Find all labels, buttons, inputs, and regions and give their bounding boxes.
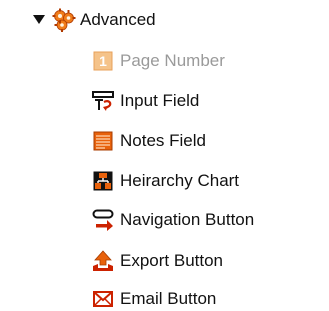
advanced-gears-icon (52, 8, 76, 32)
expand-triangle-icon[interactable] (32, 13, 46, 27)
tree-item-label: Navigation Button (120, 210, 255, 229)
tree-item-label: Export Button (120, 251, 224, 270)
tree-item-label: Input Field (120, 91, 200, 110)
tree-node-advanced[interactable]: Advanced (32, 8, 156, 32)
svg-text:1: 1 (99, 53, 107, 69)
page-number-icon: 1 (92, 50, 114, 72)
tree-item-input-field[interactable]: Input Field (92, 89, 199, 113)
tree-item-email-button[interactable]: Email Button (92, 287, 216, 311)
tree-item-label: Notes Field (120, 131, 206, 150)
hierarchy-chart-icon (92, 170, 114, 192)
tree-item-navigation-button[interactable]: Navigation Button (92, 208, 254, 232)
tree-item-label: Email Button (120, 289, 217, 308)
tree-item-export-button[interactable]: Export Button (92, 249, 223, 273)
tree-node-label: Advanced (80, 10, 156, 29)
tree-item-page-number[interactable]: 1 Page Number (92, 49, 225, 73)
notes-field-icon (92, 130, 114, 152)
tree-item-label: Page Number (120, 51, 225, 70)
tree-item-label: Heirarchy Chart (120, 171, 240, 190)
email-button-icon (92, 288, 114, 310)
export-button-icon (92, 250, 114, 272)
tree-item-hierarchy-chart[interactable]: Heirarchy Chart (92, 169, 239, 193)
navigation-button-icon (92, 209, 114, 231)
tree-item-notes-field[interactable]: Notes Field (92, 129, 206, 153)
input-field-icon (92, 90, 114, 112)
